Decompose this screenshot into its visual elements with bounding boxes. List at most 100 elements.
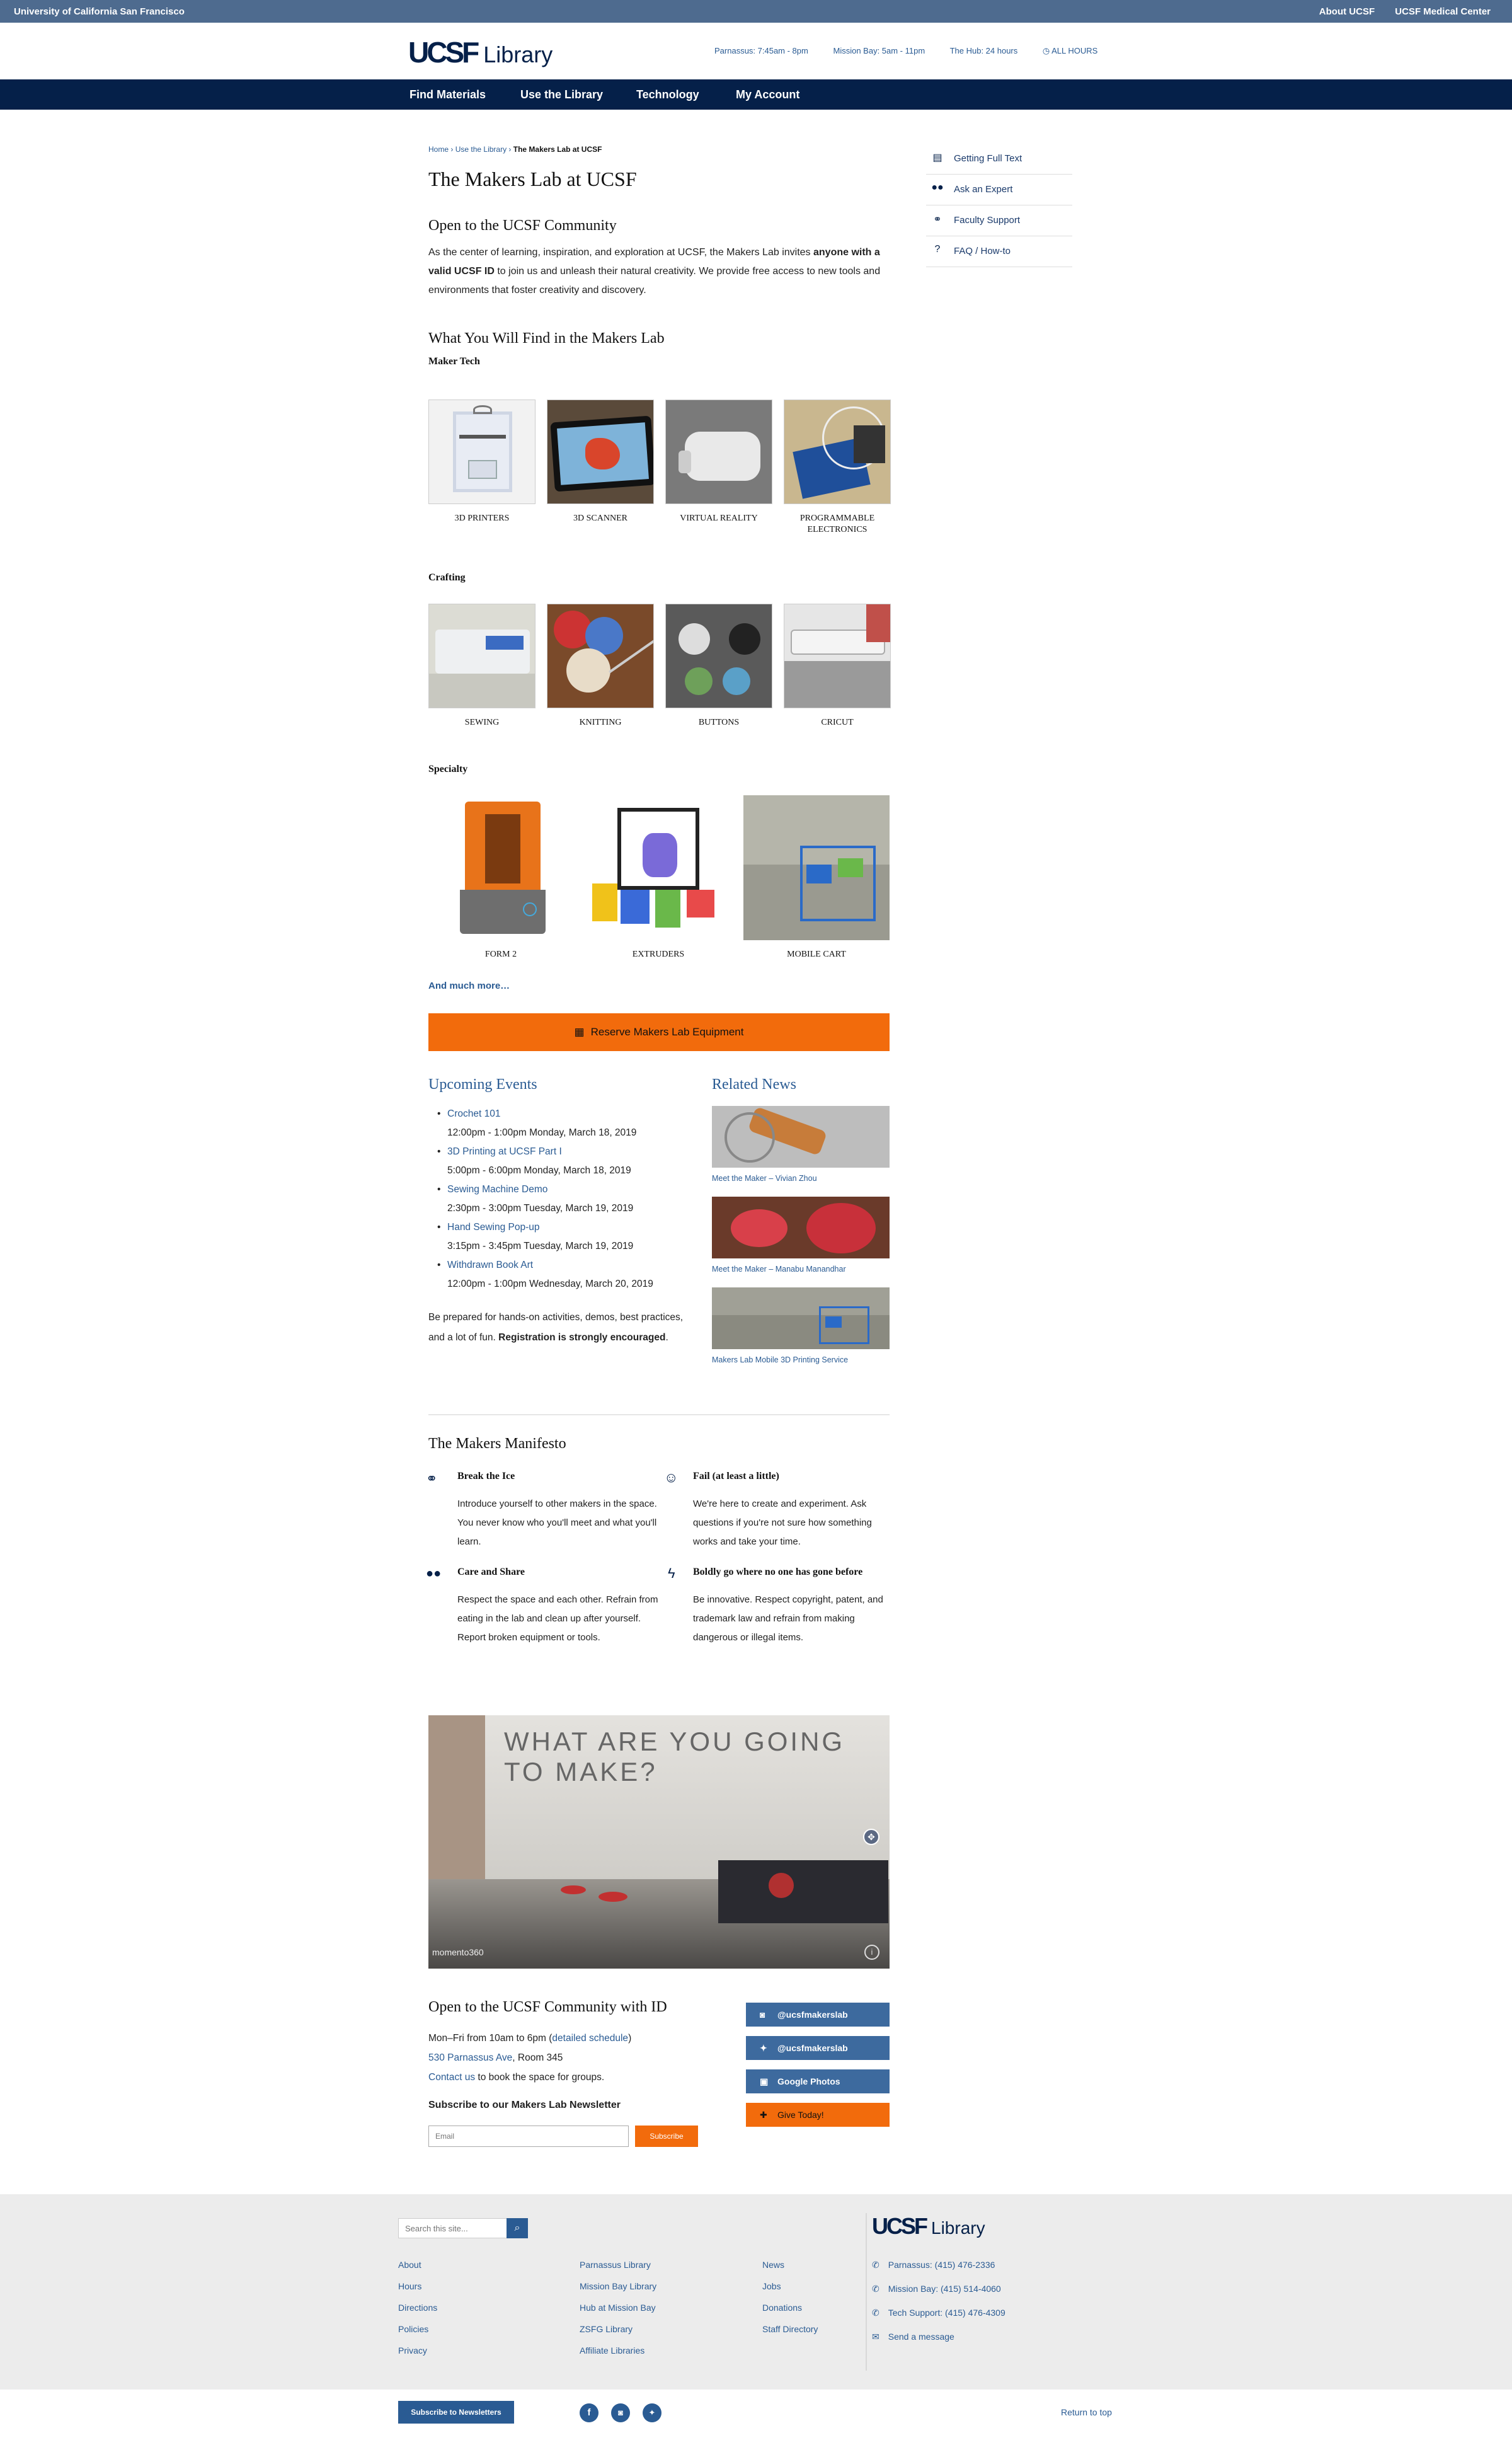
nav-technology[interactable]: Technology [636, 88, 699, 101]
instagram-button[interactable]: ◙ @ucsfmakerslab [746, 2003, 890, 2027]
news-item[interactable]: Meet the Maker – Vivian Zhou [712, 1106, 890, 1183]
expand-icon[interactable]: ✥ [863, 1829, 879, 1845]
give-today-button[interactable]: ✚ Give Today! [746, 2103, 890, 2127]
tile-form-2[interactable]: FORM 2 [428, 795, 573, 960]
event-link[interactable]: Withdrawn Book Art [447, 1260, 533, 1270]
library-logo[interactable]: UCSF Library [408, 35, 553, 69]
event-link[interactable]: Sewing Machine Demo [447, 1184, 547, 1195]
tile-caption: 3D SCANNER [573, 514, 627, 523]
tile-3d-printers[interactable]: 3D PRINTERS [428, 400, 536, 524]
schedule-link[interactable]: detailed schedule [552, 2033, 628, 2044]
tile-buttons[interactable]: BUTTONS [665, 604, 772, 728]
newsletters-button[interactable]: Subscribe to Newsletters [398, 2401, 514, 2424]
footer-contact-message[interactable]: ✉ Send a message [872, 2332, 954, 2342]
footer-link[interactable]: News [762, 2260, 784, 2270]
footer-link[interactable]: Policies [398, 2324, 428, 2334]
tile-virtual-reality[interactable]: VIRTUAL REALITY [665, 400, 772, 524]
news-item[interactable]: Meet the Maker – Manabu Manandhar [712, 1197, 890, 1274]
tile-mobile-cart[interactable]: MOBILE CART [743, 795, 890, 960]
info-icon[interactable]: i [864, 1945, 879, 1960]
address-link[interactable]: 530 Parnassus Ave [428, 2052, 512, 2063]
nav-find-materials[interactable]: Find Materials [410, 88, 486, 101]
sidebar-item-ask-expert[interactable]: ●● Ask an Expert [926, 175, 1072, 205]
panorama-viewer[interactable]: WHAT ARE YOU GOING TO MAKE? ✥ i momento3… [428, 1715, 890, 1969]
photo-icon: ▣ [760, 2076, 769, 2086]
contact-us-link[interactable]: Contact us [428, 2072, 475, 2083]
all-hours-link[interactable]: ◷ ALL HOURS [1043, 46, 1097, 55]
facebook-icon[interactable]: f [580, 2403, 598, 2422]
event-link[interactable]: 3D Printing at UCSF Part I [447, 1146, 562, 1157]
tile-sewing[interactable]: SEWING [428, 604, 536, 728]
medical-center-link[interactable]: UCSF Medical Center [1395, 6, 1491, 17]
site-footer: ⌕ About Hours Directions Policies Privac… [0, 2194, 1512, 2390]
manifesto-title: Fail (at least a little) [693, 1471, 779, 1481]
footer-link[interactable]: Parnassus Library [580, 2260, 651, 2270]
about-ucsf-link[interactable]: About UCSF [1319, 6, 1375, 17]
tile-caption: MOBILE CART [787, 950, 846, 959]
footer-link[interactable]: Jobs [762, 2281, 781, 2291]
intro-text-part: As the center of learning, inspiration, … [428, 247, 813, 258]
footer-contact-label: Mission Bay: (415) 514-4060 [888, 2284, 1001, 2294]
utility-bar: University of California San Francisco A… [0, 0, 1512, 23]
footer-link[interactable]: Affiliate Libraries [580, 2345, 644, 2356]
nav-use-library[interactable]: Use the Library [520, 88, 603, 101]
sidebar: ▤ Getting Full Text ●● Ask an Expert ⚭ F… [926, 144, 1072, 267]
sidebar-item-full-text[interactable]: ▤ Getting Full Text [926, 144, 1072, 175]
footer-link[interactable]: Directions [398, 2303, 437, 2313]
tile-cricut[interactable]: CRICUT [784, 604, 891, 728]
university-link[interactable]: University of California San Francisco [14, 6, 185, 17]
nav-my-account[interactable]: My Account [736, 88, 799, 101]
people-icon: ●● [426, 1567, 442, 1580]
sidebar-item-faq[interactable]: ? FAQ / How-to [926, 236, 1072, 267]
twitter-button[interactable]: ✦ @ucsfmakerslab [746, 2036, 890, 2060]
footer-link[interactable]: Donations [762, 2303, 802, 2313]
tile-3d-scanner[interactable]: 3D SCANNER [547, 400, 654, 524]
breadcrumb-home[interactable]: Home [428, 145, 449, 154]
subscribe-button[interactable]: Subscribe [635, 2126, 698, 2147]
sidebar-item-faculty-support[interactable]: ⚭ Faculty Support [926, 205, 1072, 236]
footer-contact-parnassus[interactable]: ✆ Parnassus: (415) 476-2336 [872, 2260, 995, 2270]
breadcrumb: Home › Use the Library › The Makers Lab … [428, 145, 890, 154]
news-section: Related News Meet the Maker – Vivian Zho… [712, 1076, 890, 1364]
instagram-icon[interactable]: ◙ [611, 2403, 630, 2422]
email-field[interactable] [428, 2126, 629, 2147]
hours-hub: The Hub: 24 hours [949, 46, 1018, 55]
news-title: Meet the Maker – Vivian Zhou [712, 1174, 817, 1183]
tile-extruders[interactable]: EXTRUDERS [586, 795, 731, 960]
tile-programmable-electronics[interactable]: PROGRAMMABLE ELECTRONICS [784, 400, 891, 536]
contact-section: Open to the UCSF Community with ID Mon–F… [428, 1999, 731, 2147]
footer-logo[interactable]: UCSF Library [872, 2213, 985, 2240]
breadcrumb-use-library[interactable]: Use the Library [455, 145, 507, 154]
footer-contact-mission-bay[interactable]: ✆ Mission Bay: (415) 514-4060 [872, 2284, 1001, 2294]
tile-caption: BUTTONS [698, 718, 740, 727]
event-link[interactable]: Crochet 101 [447, 1108, 500, 1119]
footer-link[interactable]: Privacy [398, 2345, 427, 2356]
return-to-top-link[interactable]: Return to top [1061, 2407, 1112, 2417]
much-more-link[interactable]: And much more… [428, 981, 510, 991]
specialty-heading: Specialty [428, 764, 468, 774]
footer-link[interactable]: Staff Directory [762, 2324, 818, 2334]
footer-link[interactable]: Hub at Mission Bay [580, 2303, 656, 2313]
events-heading: Upcoming Events [428, 1076, 537, 1093]
footer-link[interactable]: About [398, 2260, 421, 2270]
footer-contact-tech-support[interactable]: ✆ Tech Support: (415) 476-4309 [872, 2308, 1005, 2318]
manifesto-text: Be innovative. Respect copyright, patent… [693, 1594, 883, 1643]
news-heading: Related News [712, 1076, 796, 1093]
contact-heading: Open to the UCSF Community with ID [428, 1999, 667, 2015]
whiteboard-text: WHAT ARE YOU GOING TO MAKE? [504, 1727, 845, 1786]
google-photos-button[interactable]: ▣ Google Photos [746, 2069, 890, 2093]
footer-link[interactable]: Mission Bay Library [580, 2281, 656, 2291]
news-thumbnail [712, 1197, 890, 1258]
footer-link[interactable]: ZSFG Library [580, 2324, 633, 2334]
envelope-icon: ✉ [872, 2332, 879, 2342]
footer-link[interactable]: Hours [398, 2281, 421, 2291]
twitter-icon[interactable]: ✦ [643, 2403, 662, 2422]
reserve-button[interactable]: ▦ Reserve Makers Lab Equipment [428, 1013, 890, 1051]
tile-knitting[interactable]: KNITTING [547, 604, 654, 728]
news-item[interactable]: Makers Lab Mobile 3D Printing Service [712, 1287, 890, 1364]
stool [598, 1892, 627, 1902]
event-link[interactable]: Hand Sewing Pop-up [447, 1222, 540, 1233]
event-item: • 3D Printing at UCSF Part I 5:00pm - 6:00… [437, 1146, 631, 1176]
footer-search-input[interactable] [399, 2219, 505, 2238]
search-icon[interactable]: ⌕ [507, 2218, 528, 2238]
